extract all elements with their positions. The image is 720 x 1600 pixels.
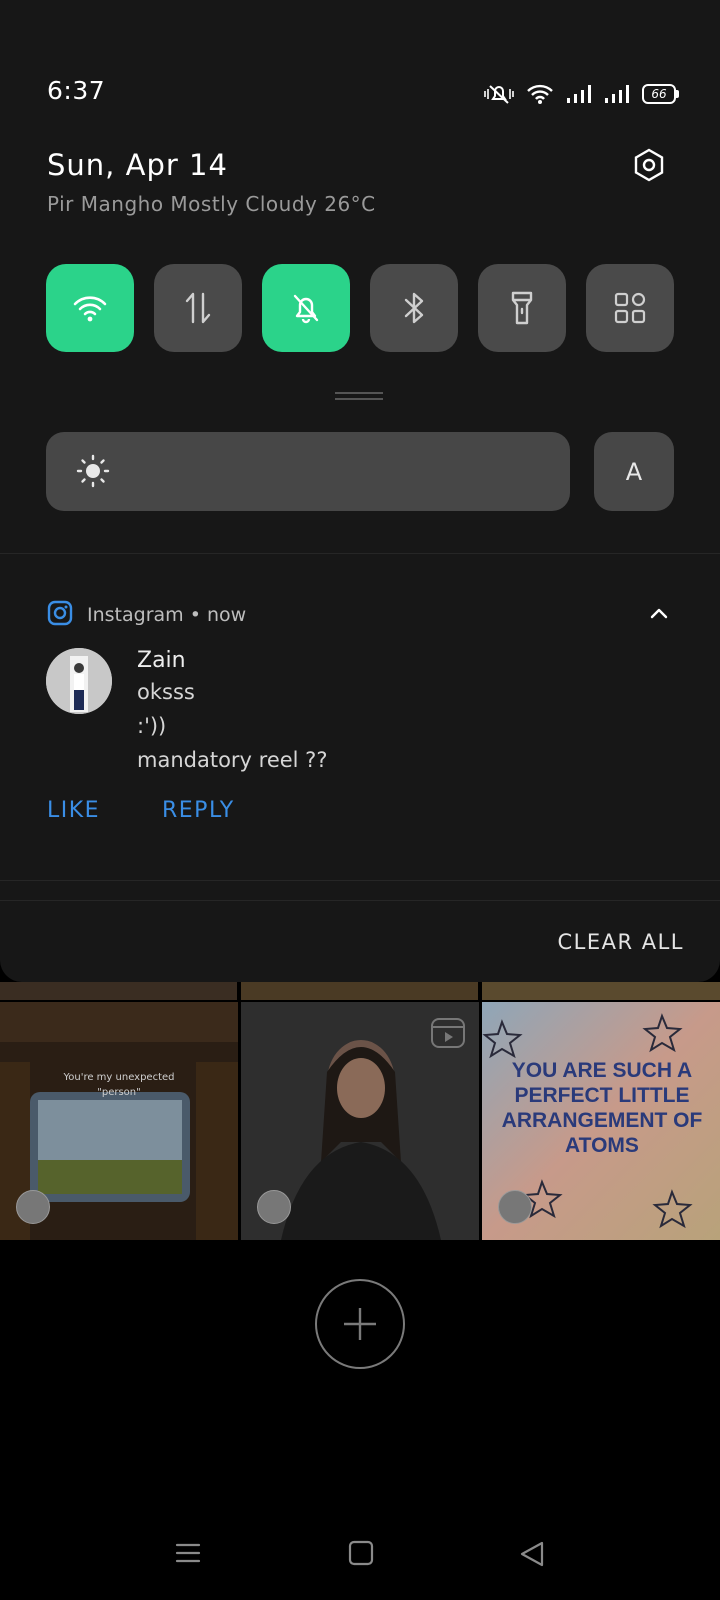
mini-avatar [257,1190,291,1224]
drag-handle[interactable] [335,392,383,400]
instagram-icon [47,600,73,630]
like-button[interactable]: LIKE [47,798,100,823]
reel-thumbnail[interactable] [241,1002,479,1240]
message-line: oksss [137,680,195,704]
grid-icon [614,292,646,324]
reels-icon [431,1018,465,1052]
poster-text: YOU ARE SUCH A PERFECT LITTLE ARRANGEMEN… [501,1059,703,1157]
separator-dot: • [189,604,207,626]
navigation-bar [0,1520,720,1590]
bell-off-icon [293,294,319,324]
message-line: mandatory reel ?? [137,748,328,772]
back-icon[interactable] [518,1540,546,1572]
thumb-strip [241,982,478,1000]
weather-label: Pir Mangho Mostly Cloudy 26°C [47,192,376,216]
brightness-slider[interactable] [46,432,570,511]
bluetooth-icon [404,292,424,324]
mute-icon [484,82,514,106]
battery-level: 66 [642,84,679,104]
clear-all-button[interactable]: CLEAR ALL [557,930,684,954]
battery-icon: 66 [642,84,679,104]
divider [0,553,720,554]
signal-icon [566,84,592,104]
menu-icon[interactable] [175,1540,201,1570]
add-button[interactable] [315,1279,405,1369]
wifi-icon [73,296,107,322]
reel-caption: "person" [97,1087,141,1098]
tile-more[interactable] [586,264,674,352]
quick-settings-tiles [46,264,674,352]
thumb-strip [0,982,237,1000]
background-feed-grid: You're my unexpected "person" YOU ARE SU… [0,982,720,1242]
notification-time: now [206,604,247,626]
flashlight-icon [511,291,533,325]
notification-header[interactable]: Instagram • now [47,600,246,630]
sender-avatar [46,648,112,714]
sender-name: Zain [137,648,186,673]
mini-avatar [498,1190,532,1224]
reel-thumbnail[interactable]: YOU ARE SUCH A PERFECT LITTLE ARRANGEMEN… [482,1002,720,1240]
home-icon[interactable] [348,1540,374,1570]
status-time: 6:37 [47,76,106,105]
tile-mute[interactable] [262,264,350,352]
divider [0,880,720,881]
tile-wifi[interactable] [46,264,134,352]
thumb-strip [482,982,720,1000]
notification-app-name: Instagram [87,604,184,626]
chevron-up-icon[interactable] [650,604,668,623]
status-icons: 66 [484,80,679,108]
reel-caption: You're my unexpected [63,1072,175,1083]
reply-button[interactable]: REPLY [162,798,235,823]
tile-mobile-data[interactable] [154,264,242,352]
tile-flashlight[interactable] [478,264,566,352]
data-arrows-icon [185,292,211,324]
signal-icon [604,84,630,104]
notification-shade: 6:37 66 Sun, Apr 14 Pir Mangho Mostly Cl… [0,0,720,982]
settings-gear-icon[interactable] [632,148,666,182]
reel-thumbnail[interactable]: You're my unexpected "person" [0,1002,238,1240]
divider [0,900,720,901]
mini-avatar [16,1190,50,1224]
auto-brightness-button[interactable]: A [594,432,674,511]
sun-icon [76,454,110,492]
tile-bluetooth[interactable] [370,264,458,352]
message-line: :')) [137,714,167,738]
wifi-icon [526,83,554,105]
plus-icon [344,1308,376,1340]
date-label: Sun, Apr 14 [47,148,228,182]
